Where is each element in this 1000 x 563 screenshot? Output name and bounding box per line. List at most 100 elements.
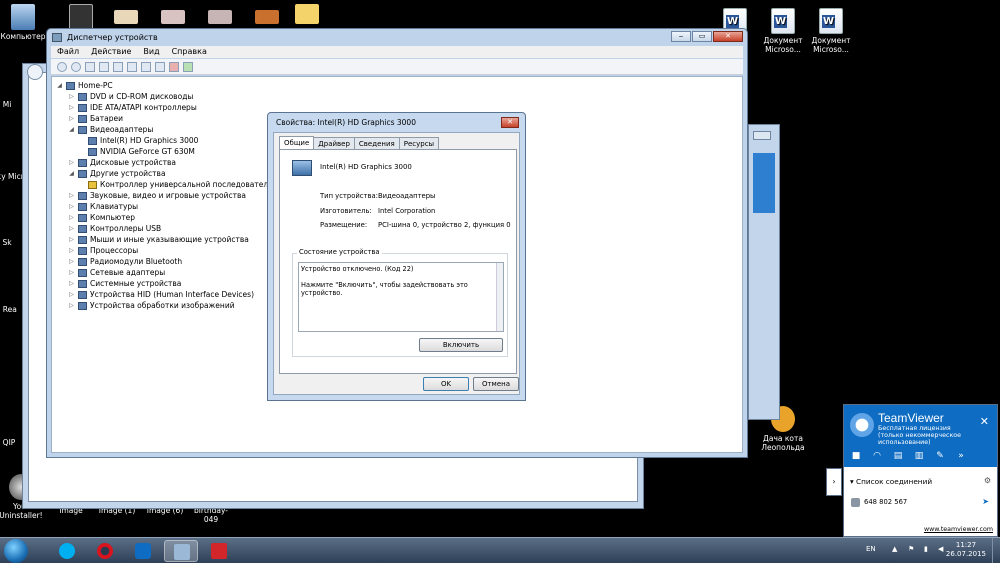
expand-icon[interactable]: ▷ [68,201,75,212]
menu-file[interactable]: Файл [57,46,79,58]
cancel-button[interactable]: Отмена [473,377,519,391]
taskbar-skype[interactable] [50,540,84,562]
tree-item[interactable]: ▷ Сетевые адаптеры [68,267,165,278]
menu-action[interactable]: Действие [91,46,131,58]
network-icon[interactable]: ▮ [924,545,928,553]
tab-details[interactable]: Сведения [353,137,400,149]
collapse-icon[interactable]: ◢ [56,80,63,91]
tree-item[interactable]: ▷ Дисковые устройства [68,157,176,168]
collapse-icon[interactable]: ◢ [68,168,75,179]
ok-button[interactable]: OK [423,377,469,391]
tree-item[interactable]: ▷ Радиомодули Bluetooth [68,256,182,267]
expand-icon[interactable]: ▷ [68,212,75,223]
expand-icon[interactable]: ▷ [68,245,75,256]
tree-item[interactable]: ▷ Компьютер [68,212,135,223]
expand-icon[interactable]: ▷ [68,289,75,300]
desktop-icon-image-1[interactable] [103,10,149,26]
chat-icon[interactable]: ▤ [892,451,904,463]
tree-item[interactable]: ◢ Видеоадаптеры [68,124,153,135]
device-manager-titlebar[interactable]: Диспетчер устройств ‒ ▭ ✕ [47,29,747,46]
expand-icon[interactable]: ▷ [68,113,75,124]
enable-device-icon[interactable] [183,62,193,72]
view-icon[interactable] [127,62,137,72]
tab-driver[interactable]: Драйвер [313,137,355,149]
tree-item[interactable]: ▷ Контроллеры USB [68,223,161,234]
tab-resources[interactable]: Ресурсы [398,137,440,149]
tree-item[interactable]: ▷ Устройства HID (Human Interface Devices… [68,289,254,300]
teamviewer-expand-tab[interactable]: › [826,468,842,496]
desktop-icon-image-2[interactable] [150,10,196,26]
start-button[interactable] [4,539,28,563]
headset-icon[interactable]: ◠ [871,451,883,463]
tree-root[interactable]: ◢ Home-PC [56,80,112,91]
expand-icon[interactable]: ▷ [68,223,75,234]
properties-titlebar[interactable]: Свойства: Intel(R) HD Graphics 3000 ✕ [268,113,525,132]
properties-icon[interactable] [99,62,109,72]
desktop-icon-folder[interactable] [284,4,330,26]
dialog-close-button[interactable]: ✕ [501,117,519,128]
tree-item[interactable]: ▷ Батареи [68,113,123,124]
whiteboard-icon[interactable]: ✎ [934,451,946,463]
desktop-fragment-4[interactable]: Ac Rea [0,305,22,314]
clock[interactable]: 11:27 26.07.2015 [946,541,986,559]
expand-icon[interactable]: ▷ [68,300,75,311]
taskbar-device-manager[interactable] [164,540,198,562]
more-icon[interactable]: » [955,451,967,463]
tree-item[interactable]: ▷ DVD и CD-ROM дисководы [68,91,193,102]
desktop-icon-word-2[interactable]: Документ Microso... [760,8,806,54]
tray-expand-icon[interactable]: ▲ [892,545,897,553]
back-nav-icon[interactable] [27,64,43,80]
minimize-button[interactable]: ‒ [671,31,691,42]
video-icon[interactable]: ■ [850,451,862,463]
expand-icon[interactable]: ▷ [68,234,75,245]
expand-icon[interactable]: ▷ [68,102,75,113]
show-desktop-button[interactable] [992,538,1000,563]
help-icon[interactable] [113,62,123,72]
partial-close-button[interactable] [753,131,771,140]
tree-item[interactable]: ◢ Другие устройства [68,168,165,179]
tree-item[interactable]: ▷ Устройства обработки изображений [68,300,234,311]
partner-id[interactable]: 648 802 567 [864,498,907,506]
tree-item-nvidia[interactable]: NVIDIA GeForce GT 630M [88,146,195,157]
show-hide-tree-icon[interactable] [85,62,95,72]
expand-icon[interactable]: ▷ [68,157,75,168]
collapse-icon[interactable]: ◢ [68,124,75,135]
tree-item[interactable]: ▷ Клавиатуры [68,201,138,212]
desktop-icon-computer[interactable]: Компьютер [0,4,46,41]
connections-header[interactable]: ▾ Список соединений [850,477,932,486]
scan-hardware-icon[interactable] [141,62,151,72]
update-driver-icon[interactable] [155,62,165,72]
tab-general[interactable]: Общие [279,136,315,149]
maximize-button[interactable]: ▭ [692,31,712,42]
tree-item[interactable]: ▷ Системные устройства [68,278,181,289]
taskbar-opera[interactable] [88,540,122,562]
close-button[interactable]: ✕ [713,31,743,42]
expand-icon[interactable]: ▷ [68,278,75,289]
expand-icon[interactable]: ▷ [68,256,75,267]
files-icon[interactable]: ▥ [913,451,925,463]
expand-icon[interactable]: ▷ [68,267,75,278]
remote-control-icon[interactable]: ➤ [982,497,989,506]
enable-device-button[interactable]: Включить [419,338,503,352]
forward-arrow-icon[interactable] [71,62,81,72]
desktop-icon-image-3[interactable] [197,10,243,26]
settings-gear-icon[interactable]: ⚙ [984,476,991,485]
action-center-icon[interactable]: ⚑ [908,545,914,553]
tree-item[interactable]: ▷ Звуковые, видео и игровые устройства [68,190,246,201]
taskbar-teamviewer[interactable] [126,540,160,562]
tree-item[interactable]: ▷ IDE ATA/ATAPI контроллеры [68,102,197,113]
volume-icon[interactable]: ◀ [938,545,943,553]
desktop-fragment-2[interactable]: Доку Micr [0,172,24,181]
teamviewer-close-icon[interactable]: ✕ [980,415,989,428]
device-status-text[interactable]: Устройство отключено. (Код 22) Нажмите "… [298,262,504,332]
expand-icon[interactable]: ▷ [68,91,75,102]
tree-item[interactable]: ▷ Мыши и иные указывающие устройства [68,234,249,245]
tree-item-intel-hd[interactable]: Intel(R) HD Graphics 3000 [88,135,198,146]
desktop-icon-word-3[interactable]: Документ Microso... [808,8,854,54]
teamviewer-link[interactable]: www.teamviewer.com [924,526,993,533]
expand-icon[interactable]: ▷ [68,190,75,201]
uninstall-icon[interactable] [169,62,179,72]
taskbar-app[interactable] [202,540,236,562]
back-arrow-icon[interactable] [57,62,67,72]
menu-help[interactable]: Справка [172,46,207,58]
